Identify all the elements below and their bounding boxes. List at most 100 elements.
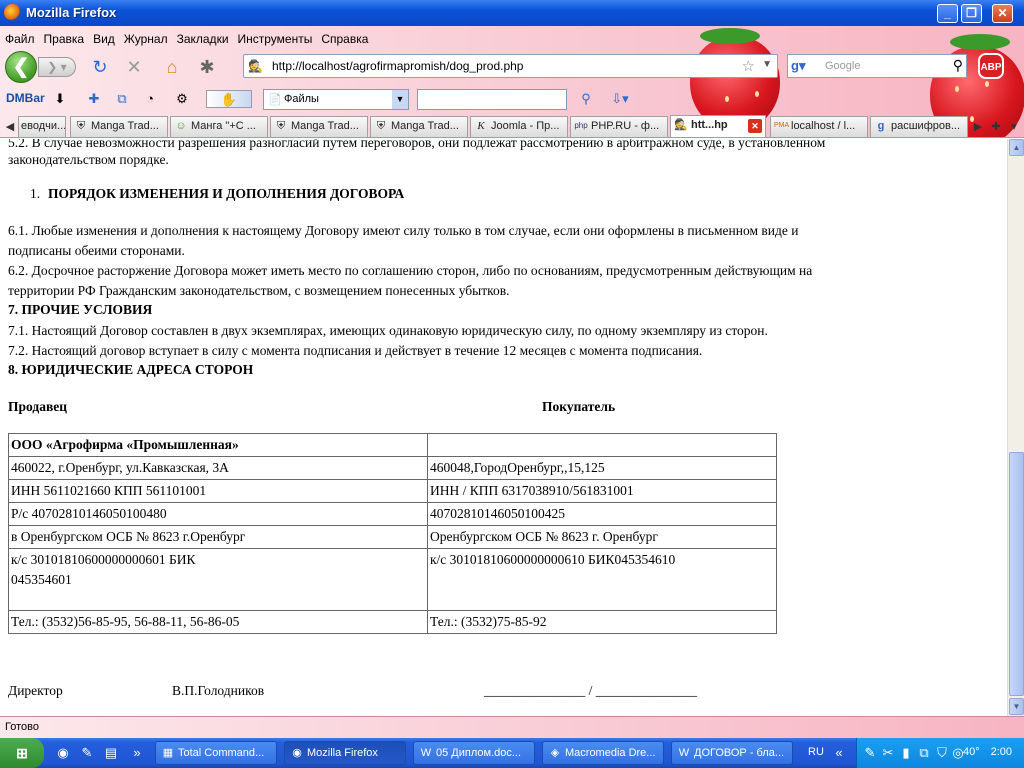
tray-expand-icon[interactable]: « <box>830 744 848 762</box>
app-quicklaunch-icon[interactable]: ▤ <box>102 744 120 762</box>
table-row: в Оренбургском ОСБ № 8623 г.Оренбург Орен… <box>8 525 777 549</box>
search-icon[interactable]: ⚲ <box>953 57 963 74</box>
tray-monitor-icon[interactable]: ▮ <box>897 744 915 762</box>
adblock-icon[interactable]: ABP <box>978 53 1004 79</box>
back-button[interactable]: ❮ <box>5 51 37 83</box>
pma-favicon-icon: PMA <box>774 122 790 129</box>
paragraph-6-2: 6.2. Досрочное расторжение Договора може… <box>8 263 813 278</box>
menu-help[interactable]: Справка <box>316 30 372 48</box>
table-cell: в Оренбургском ОСБ № 8623 г.Оренбург <box>8 525 428 549</box>
language-indicator[interactable]: RU <box>808 746 824 758</box>
section-6-number: 1. <box>30 186 41 201</box>
tray-tool-icon[interactable]: ✂ <box>879 744 897 762</box>
dm-search-icon[interactable]: ⚲ <box>576 90 596 108</box>
tray-pen-icon[interactable]: ✎ <box>861 744 879 762</box>
more-quicklaunch-icon[interactable]: » <box>128 744 146 762</box>
search-bar[interactable]: g▾ Google ⚲ <box>787 54 967 78</box>
table-row: 460022, г.Оренбург, ул.Кавказская, 3А 460… <box>8 456 777 480</box>
tab[interactable]: еводчи... <box>18 116 66 137</box>
tab-scroll-left-icon[interactable]: ◀ <box>2 117 18 137</box>
page-content: 5.2. В случае невозможности разрешения р… <box>0 139 1007 716</box>
tab[interactable]: g расшифров... <box>870 116 968 137</box>
tab-active[interactable]: 🕵 htt...hp ✕ <box>670 115 766 137</box>
table-cell: к/с 30101810600000000610 БИК045354610 <box>427 548 777 611</box>
dm-settings-icon[interactable]: ⚙ <box>172 90 192 108</box>
menu-edit[interactable]: Правка <box>39 30 89 48</box>
dm-text-input[interactable] <box>417 89 567 110</box>
addon-icon[interactable]: ✱ <box>197 57 217 77</box>
menu-file[interactable]: Файл <box>0 30 39 48</box>
new-tab-icon[interactable]: ✚ <box>988 117 1004 137</box>
tab[interactable]: PMA localhost / l... <box>770 116 868 137</box>
folder-select[interactable]: 📄 Файлы ▼ <box>263 89 409 110</box>
word-icon: W <box>678 747 690 759</box>
menu-view[interactable]: Вид <box>88 30 119 48</box>
tab[interactable]: ⛨ Manga Trad... <box>370 116 468 137</box>
url-dropdown-icon[interactable]: ▼ <box>762 59 772 70</box>
table-cell: Тел.: (3532)56-85-95, 56-88-11, 56-86-05 <box>8 610 428 634</box>
close-tab-icon[interactable]: ✕ <box>748 119 762 133</box>
site-favicon-icon: 🕵 <box>248 59 263 73</box>
tab[interactable]: K Joomla - Пр... <box>470 116 568 137</box>
tab[interactable]: ⛨ Manga Trad... <box>70 116 168 137</box>
taskbar-item-label: Mozilla Firefox <box>307 747 378 759</box>
paragraph-7-1: 7.1. Настоящий Договор составлен в двух … <box>8 323 768 338</box>
close-button[interactable]: ✕ <box>992 4 1013 23</box>
firefox-quicklaunch-icon[interactable]: ◉ <box>54 744 72 762</box>
taskbar-item-label: Macromedia Dre... <box>565 747 656 759</box>
table-cell: 40702810146050100425 <box>427 502 777 526</box>
bookmark-star-icon[interactable]: ☆ <box>742 57 755 75</box>
taskbar-item[interactable]: W ДОГОВОР - бла... <box>671 741 793 765</box>
vertical-scrollbar[interactable]: ▲ ▼ <box>1007 139 1024 716</box>
status-text: Готово <box>5 721 39 733</box>
chevron-down-icon[interactable]: ▼ <box>392 90 408 109</box>
clock[interactable]: 2:00 <box>991 746 1012 758</box>
table-cell: ИНН / КПП 6317038910/561831001 <box>427 479 777 503</box>
forward-button[interactable]: ❯ ▾ <box>38 57 76 77</box>
folder-select-value: Файлы <box>284 93 319 105</box>
dm-download-icon[interactable]: ⬇ <box>50 90 70 108</box>
maximize-button[interactable]: ❐ <box>961 4 982 23</box>
dm-sort-icon[interactable]: ⇩▾ <box>610 90 630 108</box>
dm-add-icon[interactable]: ✚ <box>84 90 104 108</box>
scrollbar-thumb[interactable] <box>1009 452 1024 696</box>
navigation-toolbar: ❮ ❯ ▾ ↻ ✕ ⌂ ✱ 🕵 http://localhost/agrofir… <box>0 50 1024 84</box>
taskbar-item-active[interactable]: ◉ Mozilla Firefox <box>284 741 406 765</box>
tab[interactable]: php PHP.RU - ф... <box>570 116 668 137</box>
minimize-button[interactable]: _ <box>937 4 958 23</box>
tab-label: Manga Trad... <box>391 120 459 132</box>
home-icon[interactable]: ⌂ <box>162 57 182 77</box>
start-button[interactable]: ⊞ <box>0 738 44 768</box>
table-cell: к/с 30101810600000000601 БИК 045354601 <box>8 548 428 611</box>
table-row: к/с 30101810600000000601 БИК 045354601 к… <box>8 548 777 611</box>
address-bar[interactable]: 🕵 http://localhost/agrofirmapromish/dog_… <box>243 54 778 78</box>
scroll-up-icon[interactable]: ▲ <box>1009 139 1024 156</box>
reload-icon[interactable]: ↻ <box>90 57 110 77</box>
google-icon[interactable]: g▾ <box>791 58 809 74</box>
paragraph-7-2: 7.2. Настоящий договор вступает в силу с… <box>8 343 703 358</box>
tab[interactable]: ⛨ Manga Trad... <box>270 116 368 137</box>
menu-bookmarks[interactable]: Закладки <box>172 30 233 48</box>
menu-history[interactable]: Журнал <box>119 30 172 48</box>
tab[interactable]: ☺ Манга "+C ... <box>170 116 268 137</box>
taskbar-item-label: 05 Диплом.doc... <box>436 747 522 759</box>
taskbar-item[interactable]: W 05 Диплом.doc... <box>413 741 535 765</box>
menu-tools[interactable]: Инструменты <box>233 30 317 48</box>
tab-list-icon[interactable]: ▾ <box>1006 117 1022 137</box>
dm-add-multiple-icon[interactable]: ⧉ <box>112 90 132 108</box>
dm-clock-icon[interactable]: ◔ <box>140 90 160 108</box>
taskbar-item[interactable]: ▦ Total Command... <box>155 741 277 765</box>
tray-network-icon[interactable]: ⧉ <box>915 744 933 762</box>
pen-quicklaunch-icon[interactable]: ✎ <box>78 744 96 762</box>
tab-scroll-right-icon[interactable]: ▶ <box>970 117 986 137</box>
scroll-down-icon[interactable]: ▼ <box>1009 698 1024 715</box>
table-row: ООО «Агрофирма «Промышленная» <box>8 433 777 457</box>
leaf-decoration <box>700 28 760 44</box>
taskbar-item[interactable]: ◈ Macromedia Dre... <box>542 741 664 765</box>
stop-icon[interactable]: ✕ <box>124 57 144 77</box>
dm-progress-icon[interactable]: ✋ <box>206 90 252 108</box>
taskbar-item-label: ДОГОВОР - бла... <box>694 747 785 759</box>
tab-label: htt...hp <box>691 119 728 131</box>
taskbar-item-label: Total Command... <box>178 747 265 759</box>
dmbar-label[interactable]: DMBar <box>6 91 45 105</box>
